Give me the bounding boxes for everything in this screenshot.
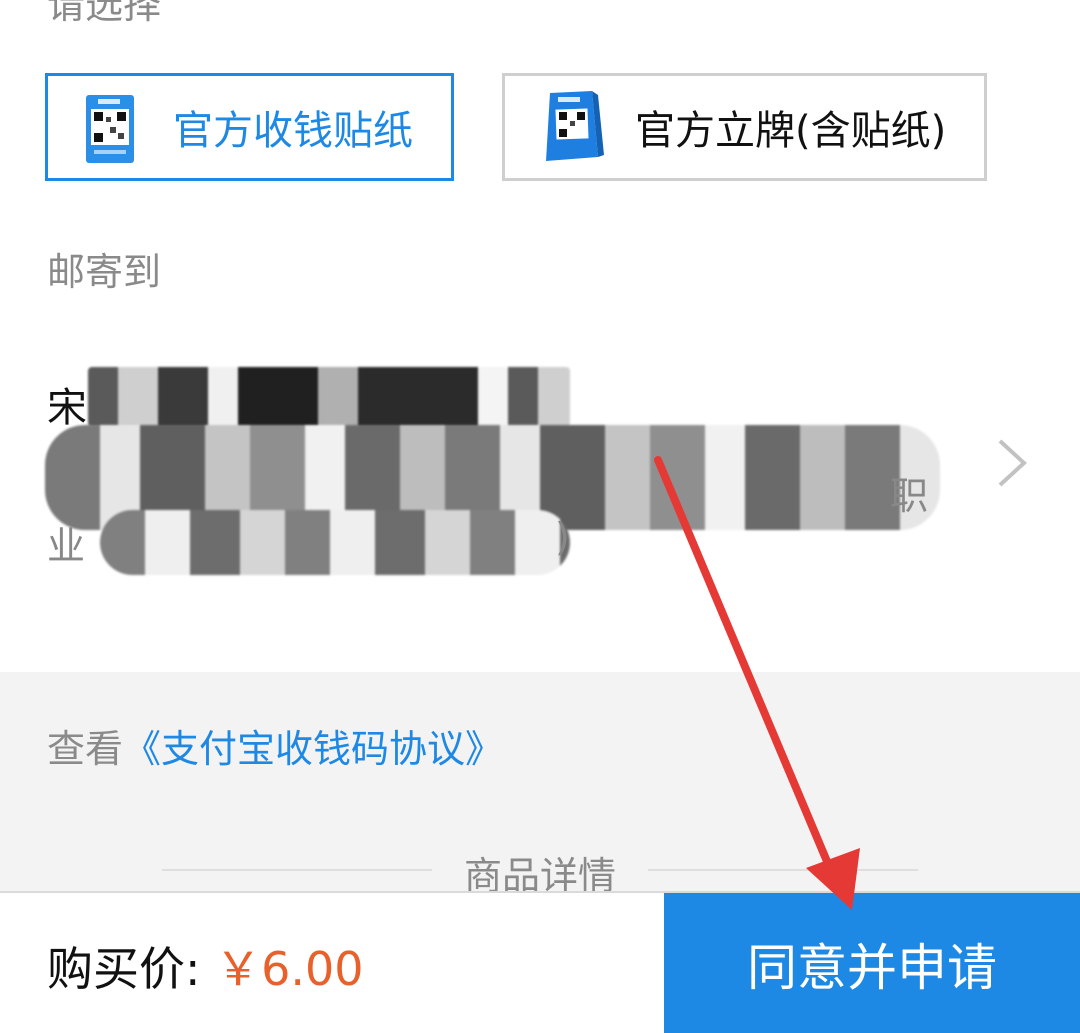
- agreement-prefix: 查看: [47, 727, 124, 771]
- option-stand[interactable]: 官方立牌(含贴纸): [502, 73, 987, 181]
- page: 请选择 官方收钱贴纸 官方立牌(含贴纸) 邮寄到 宋 职 业) 查看《支付宝收…: [0, 0, 1080, 1033]
- address-fragment: 业: [47, 524, 86, 568]
- price-value: ￥6.00: [215, 942, 364, 996]
- agree-and-apply-button[interactable]: 同意并申请: [664, 893, 1080, 1033]
- sticker-thumbnail-icon: [78, 87, 148, 167]
- stand-thumbnail-icon: [540, 87, 610, 167]
- price-label: 购买价:: [47, 942, 216, 996]
- mail-to-label: 邮寄到: [47, 250, 162, 294]
- redacted-address-line-2: [100, 510, 570, 575]
- option-sticker[interactable]: 官方收钱贴纸: [45, 73, 454, 181]
- bottom-bar: 购买价: ￥6.00 同意并申请: [0, 891, 1080, 1033]
- option-stand-label: 官方立牌(含贴纸): [635, 108, 947, 154]
- price-display: 购买价: ￥6.00: [47, 933, 364, 999]
- agreement-link[interactable]: 《支付宝收钱码协议》: [123, 727, 503, 771]
- chevron-right-icon: [998, 439, 1027, 487]
- redacted-name-phone: [88, 367, 570, 427]
- address-fragment: 职: [890, 474, 929, 518]
- choose-label: 请选择: [47, 0, 162, 27]
- address-selector[interactable]: 宋 职 业 ): [0, 330, 1080, 670]
- address-fragment: ): [555, 515, 570, 559]
- option-sticker-label: 官方收钱贴纸: [173, 108, 413, 154]
- agreement-line: 查看《支付宝收钱码协议》: [47, 718, 503, 773]
